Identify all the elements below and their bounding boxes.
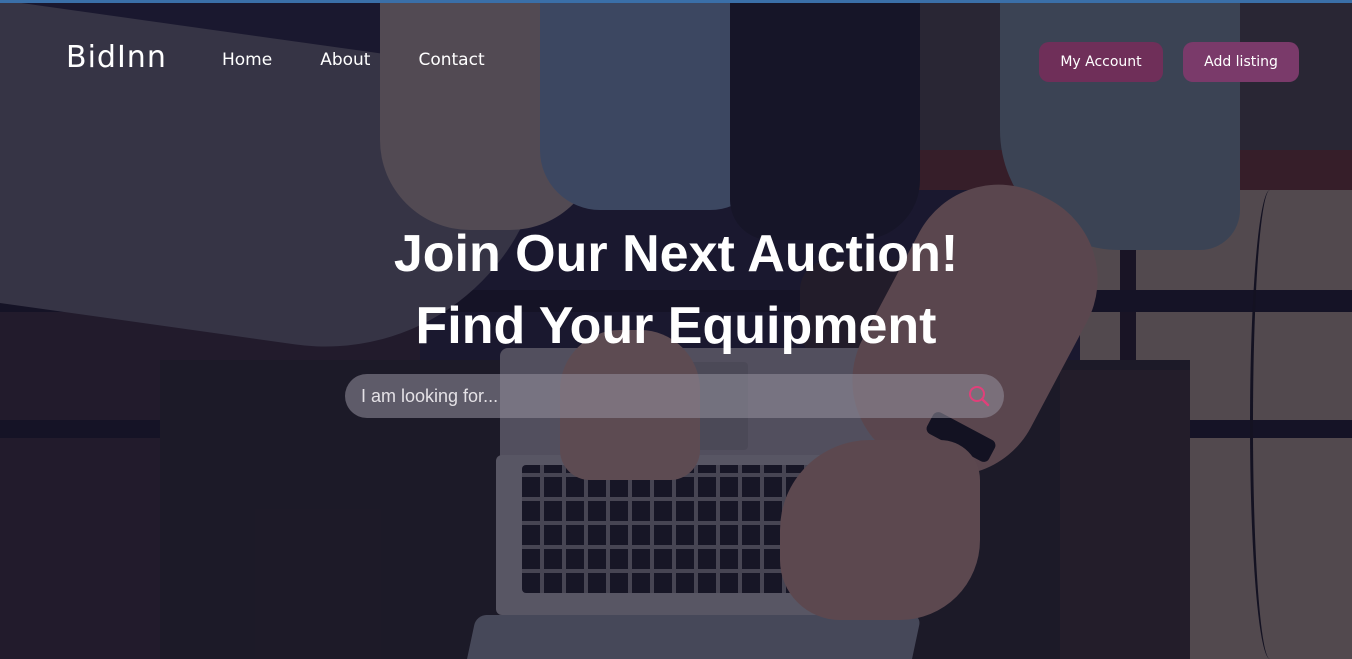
- nav-link-contact[interactable]: Contact: [418, 50, 484, 70]
- site-logo[interactable]: BidInn: [66, 40, 167, 75]
- hero-headline: Join Our Next Auction!: [393, 225, 959, 283]
- browser-top-edge: [0, 0, 1352, 3]
- nav-link-home[interactable]: Home: [222, 50, 272, 70]
- search-bar: [345, 374, 1004, 418]
- nav-links: Home About Contact: [222, 50, 485, 70]
- search-icon[interactable]: [954, 374, 1004, 418]
- my-account-button[interactable]: My Account: [1039, 42, 1163, 82]
- hero-section: BidInn Home About Contact My Account Add…: [0, 0, 1352, 659]
- add-listing-button[interactable]: Add listing: [1183, 42, 1299, 82]
- main-navbar: BidInn Home About Contact My Account Add…: [0, 0, 1352, 120]
- nav-link-about[interactable]: About: [320, 50, 370, 70]
- hero-subheadline: Find Your Equipment: [415, 297, 937, 355]
- search-input[interactable]: [345, 374, 954, 418]
